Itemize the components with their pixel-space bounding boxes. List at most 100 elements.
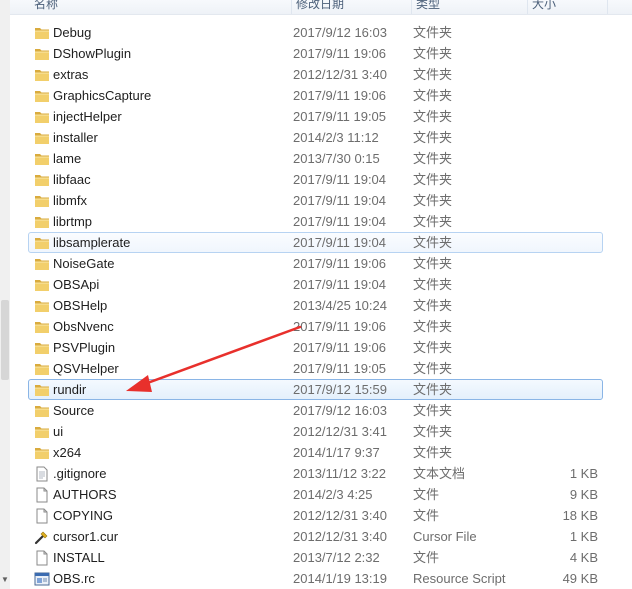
file-size: 49 KB [562, 571, 598, 586]
modified-date: 2017/9/11 19:04 [293, 214, 387, 229]
file-row-obsapi[interactable]: OBSApi 2017/9/11 19:04 文件夹 [0, 274, 632, 295]
column-header-name[interactable]: 名称 [30, 0, 292, 14]
file-row-extras[interactable]: extras 2012/12/31 3:40 文件夹 [0, 64, 632, 85]
file-name: libsamplerate [53, 235, 131, 250]
file-type: 文件夹 [413, 445, 453, 460]
column-header-date[interactable]: 修改日期 [292, 0, 412, 14]
file-row-cursor1-cur[interactable]: cursor1.cur 2012/12/31 3:40 Cursor File 1 K… [0, 526, 632, 547]
file-icon [34, 487, 50, 503]
folder-icon [34, 445, 50, 460]
file-name: extras [53, 67, 89, 82]
file-type: 文件夹 [413, 424, 453, 439]
folder-icon [34, 109, 50, 124]
column-header-size[interactable]: 大小 [528, 0, 608, 14]
file-row-x264[interactable]: x264 2014/1/17 9:37 文件夹 [0, 442, 632, 463]
modified-date: 2014/1/17 9:37 [293, 445, 380, 460]
file-name: librtmp [53, 214, 93, 229]
file-type: 文件夹 [413, 319, 453, 334]
modified-date: 2012/12/31 3:40 [293, 67, 387, 82]
folder-icon [34, 382, 50, 397]
file-row-qsvhelper[interactable]: QSVHelper 2017/9/11 19:05 文件夹 [0, 358, 632, 379]
column-header-size-label: 大小 [532, 0, 557, 11]
column-header-date-label: 修改日期 [296, 0, 345, 11]
file-size: 9 KB [569, 487, 598, 502]
file-row-libsamplerate[interactable]: libsamplerate 2017/9/11 19:04 文件夹 [28, 232, 603, 253]
file-row-lame[interactable]: lame 2013/7/30 0:15 文件夹 [0, 148, 632, 169]
file-row-librtmp[interactable]: librtmp 2017/9/11 19:04 文件夹 [0, 211, 632, 232]
file-name: DShowPlugin [53, 46, 132, 61]
modified-date: 2017/9/11 19:06 [293, 256, 387, 271]
file-name: INSTALL [53, 550, 105, 565]
file-row-copying[interactable]: COPYING 2012/12/31 3:40 文件 18 KB [0, 505, 632, 526]
file-name: ui [53, 424, 64, 439]
folder-icon [34, 319, 50, 334]
modified-date: 2013/7/30 0:15 [293, 151, 380, 166]
file-row-ui[interactable]: ui 2012/12/31 3:41 文件夹 [0, 421, 632, 442]
modified-date: 2012/12/31 3:41 [293, 424, 387, 439]
file-name: .gitignore [53, 466, 107, 481]
folder-icon [34, 25, 50, 40]
file-type: 文件夹 [413, 277, 453, 292]
file-name: rundir [53, 382, 87, 397]
folder-icon [34, 214, 50, 229]
folder-icon [34, 151, 50, 166]
file-row-injecthelper[interactable]: injectHelper 2017/9/11 19:05 文件夹 [0, 106, 632, 127]
file-icon [34, 550, 50, 566]
file-row-obshelp[interactable]: OBSHelp 2013/4/25 10:24 文件夹 [0, 295, 632, 316]
file-row-installer[interactable]: installer 2014/2/3 11:12 文件夹 [0, 127, 632, 148]
file-row-obsnvenc[interactable]: ObsNvenc 2017/9/11 19:06 文件夹 [0, 316, 632, 337]
folder-icon [34, 46, 50, 61]
file-type: 文件夹 [413, 151, 453, 166]
file-type: 文件夹 [413, 235, 453, 250]
file-type: Cursor File [413, 529, 477, 544]
file-row-rundir[interactable]: rundir 2017/9/12 15:59 文件夹 [28, 379, 603, 400]
file-row-gitignore[interactable]: .gitignore 2013/11/12 3:22 文本文档 1 KB [0, 463, 632, 484]
file-name: Source [53, 403, 95, 418]
file-row-source[interactable]: Source 2017/9/12 16:03 文件夹 [0, 400, 632, 421]
file-row-noisegate[interactable]: NoiseGate 2017/9/11 19:06 文件夹 [0, 253, 632, 274]
modified-date: 2017/9/11 19:06 [293, 88, 387, 103]
file-name: x264 [53, 445, 82, 460]
folder-icon [34, 424, 50, 439]
modified-date: 2017/9/11 19:04 [293, 277, 387, 292]
file-row-authors[interactable]: AUTHORS 2014/2/3 4:25 文件 9 KB [0, 484, 632, 505]
folder-icon [34, 298, 50, 313]
file-name: OBSHelp [53, 298, 108, 313]
file-row-psvplugin[interactable]: PSVPlugin 2017/9/11 19:06 文件夹 [0, 337, 632, 358]
modified-date: 2013/4/25 10:24 [293, 298, 387, 313]
file-name: AUTHORS [53, 487, 117, 502]
file-row-libfaac[interactable]: libfaac 2017/9/11 19:04 文件夹 [0, 169, 632, 190]
folder-icon [34, 256, 50, 271]
folder-icon [34, 235, 50, 250]
modified-date: 2017/9/11 19:04 [293, 235, 387, 250]
file-row-dshowplugin[interactable]: DShowPlugin 2017/9/11 19:06 文件夹 [0, 43, 632, 64]
modified-date: 2017/9/11 19:05 [293, 361, 387, 376]
column-header-type-label: 类型 [416, 0, 441, 11]
file-type: 文件夹 [413, 25, 453, 40]
file-row-install[interactable]: INSTALL 2013/7/12 2:32 文件 4 KB [0, 547, 632, 568]
folder-icon [34, 340, 50, 355]
file-name: PSVPlugin [53, 340, 116, 355]
file-name: QSVHelper [53, 361, 119, 376]
file-size: 18 KB [562, 508, 598, 523]
file-row-libmfx[interactable]: libmfx 2017/9/11 19:04 文件夹 [0, 190, 632, 211]
file-row-obs-rc[interactable]: OBS.rc 2014/1/19 13:19 Resource Script 49 K… [0, 568, 632, 589]
modified-date: 2017/9/12 16:03 [293, 403, 387, 418]
modified-date: 2017/9/11 19:06 [293, 340, 387, 355]
modified-date: 2012/12/31 3:40 [293, 508, 387, 523]
file-type: 文件 [413, 550, 440, 565]
modified-date: 2014/2/3 4:25 [293, 487, 373, 502]
modified-date: 2013/7/12 2:32 [293, 550, 380, 565]
modified-date: 2017/9/11 19:04 [293, 172, 387, 187]
column-header-bar: 名称 修改日期 类型 大小 [10, 0, 632, 15]
file-row-graphicscapture[interactable]: GraphicsCapture 2017/9/11 19:06 文件夹 [0, 85, 632, 106]
file-row-debug[interactable]: Debug 2017/9/12 16:03 文件夹 [0, 22, 632, 43]
column-header-type[interactable]: 类型 [412, 0, 528, 14]
file-type: 文件夹 [413, 382, 453, 397]
folder-icon [34, 88, 50, 103]
file-type: 文件夹 [413, 298, 453, 313]
file-list: Debug 2017/9/12 16:03 文件夹 DShowPlugin 2017/9… [0, 22, 632, 589]
file-type: 文件夹 [413, 46, 453, 61]
file-type: 文件夹 [413, 340, 453, 355]
modified-date: 2017/9/11 19:06 [293, 319, 387, 334]
